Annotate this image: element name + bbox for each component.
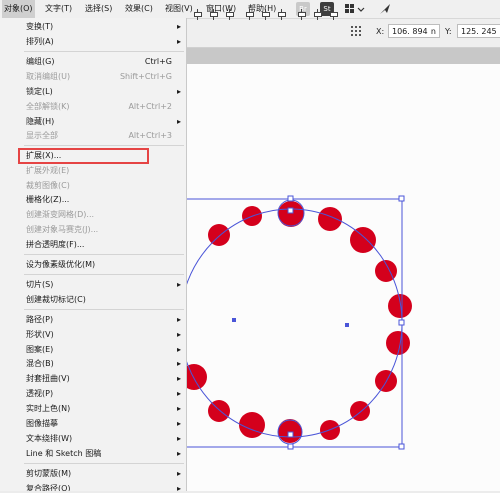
x-unit: n: [430, 27, 436, 36]
dot-10: [278, 419, 302, 443]
menu-item-create-gradient-mesh[interactable]: 创建渐变网格(D)...: [0, 207, 186, 222]
dot-12: [208, 400, 230, 422]
menu-select[interactable]: 选择(S): [83, 0, 114, 18]
submenu-arrow-icon: ▸: [176, 87, 181, 96]
menu-item-shape[interactable]: 形状(V) ▸: [0, 327, 186, 342]
object-menu-dropdown: 变换(T) ▸ 排列(A) ▸ 编组(G) Ctrl+G 取消编组(U) Shift+C…: [0, 18, 187, 491]
submenu-arrow-icon: ▸: [176, 389, 181, 398]
menu-item-expand-appearance[interactable]: 扩展外观(E): [0, 163, 186, 178]
align-left-icon[interactable]: [193, 9, 203, 20]
menu-item-compound-path[interactable]: 复合路径(O) ▸: [0, 481, 186, 491]
menu-item-live-paint[interactable]: 实时上色(N) ▸: [0, 401, 186, 416]
menu-item-slice[interactable]: 切片(S) ▸: [0, 277, 186, 292]
menu-separator: [24, 274, 184, 275]
submenu-arrow-icon: ▸: [176, 117, 181, 126]
menu-item-flatten-transparency[interactable]: 拼合透明度(F)...: [0, 237, 186, 252]
gpu-performance-icon[interactable]: [378, 2, 392, 16]
dot-7: [375, 370, 397, 392]
dot-11: [239, 412, 265, 438]
document-tab[interactable]: [186, 48, 500, 64]
menu-item-arrange[interactable]: 排列(A) ▸: [0, 34, 186, 49]
submenu-arrow-icon: ▸: [176, 280, 181, 289]
menu-item-path[interactable]: 路径(P) ▸: [0, 312, 186, 327]
menu-separator: [24, 145, 184, 146]
menu-item-create-object-mosaic[interactable]: 创建对象马赛克(J)...: [0, 222, 186, 237]
submenu-arrow-icon: ▸: [176, 404, 181, 413]
submenu-arrow-icon: ▸: [176, 315, 181, 324]
dot-3: [350, 227, 376, 253]
submenu-arrow-icon: ▸: [176, 345, 181, 354]
menu-item-perspective[interactable]: 透视(P) ▸: [0, 386, 186, 401]
menu-text[interactable]: 文字(T): [43, 0, 74, 18]
align-middle-icon[interactable]: [261, 9, 271, 20]
menu-effect[interactable]: 效果(C): [123, 0, 155, 18]
y-label: Y:: [445, 27, 452, 36]
menu-item-crop-image[interactable]: 裁剪图像(C): [0, 178, 186, 193]
submenu-arrow-icon: ▸: [176, 374, 181, 383]
submenu-arrow-icon: ▸: [176, 330, 181, 339]
menu-item-clipping-mask[interactable]: 剪切蒙版(M) ▸: [0, 466, 186, 481]
artboard-canvas[interactable]: [179, 64, 500, 491]
menu-item-create-trim-marks[interactable]: 创建裁切标记(C): [0, 292, 186, 307]
menu-separator: [24, 51, 184, 52]
menu-item-rasterize[interactable]: 栅格化(Z)...: [0, 192, 186, 207]
submenu-arrow-icon: ▸: [176, 449, 181, 458]
submenu-arrow-icon: ▸: [176, 419, 181, 428]
artwork[interactable]: [179, 64, 500, 491]
x-position-value: 106. 894: [392, 27, 428, 36]
align-bottom-icon[interactable]: [277, 9, 287, 20]
submenu-arrow-icon: ▸: [176, 484, 181, 491]
expand-highlight-box: [18, 148, 149, 164]
distribute-vertical-icon[interactable]: [297, 9, 307, 20]
align-center-icon[interactable]: [209, 9, 219, 20]
align-right-icon[interactable]: [225, 9, 235, 20]
menu-item-envelope-distort[interactable]: 封套扭曲(V) ▸: [0, 371, 186, 386]
menu-item-transform[interactable]: 变换(T) ▸: [0, 19, 186, 34]
dot-14: [208, 224, 230, 246]
x-label: X:: [376, 27, 385, 36]
y-position-value: 125. 245: [461, 27, 497, 36]
menu-item-lock[interactable]: 锁定(L) ▸: [0, 84, 186, 99]
menu-item-text-wrap[interactable]: 文本绕排(W) ▸: [0, 431, 186, 446]
submenu-arrow-icon: ▸: [176, 22, 181, 31]
menu-item-unlock-all[interactable]: 全部解锁(K) Alt+Ctrl+2: [0, 99, 186, 114]
dot-1: [278, 201, 304, 227]
distribute-center-icon[interactable]: [313, 9, 323, 20]
submenu-arrow-icon: ▸: [176, 434, 181, 443]
y-position-field[interactable]: 125. 245: [457, 24, 500, 38]
menu-separator: [24, 309, 184, 310]
dot-5: [388, 294, 412, 318]
submenu-arrow-icon: ▸: [176, 37, 181, 46]
menu-item-image-trace[interactable]: 图像描摹 ▸: [0, 416, 186, 431]
menu-object[interactable]: 对象(O): [2, 0, 35, 18]
menu-item-line-and-sketch-art[interactable]: Line 和 Sketch 图稿 ▸: [0, 446, 186, 461]
menu-item-show-all[interactable]: 显示全部 Alt+Ctrl+3: [0, 128, 186, 143]
menu-item-pattern[interactable]: 图案(E) ▸: [0, 342, 186, 357]
menu-item-blend[interactable]: 混合(B) ▸: [0, 356, 186, 371]
menu-separator: [24, 254, 184, 255]
menu-item-group[interactable]: 编组(G) Ctrl+G: [0, 54, 186, 69]
reference-point-icon[interactable]: [351, 26, 361, 36]
menu-view[interactable]: 视图(V): [163, 0, 195, 18]
submenu-arrow-icon: ▸: [176, 359, 181, 368]
x-position-field[interactable]: 106. 894 n: [388, 24, 440, 38]
menu-item-ungroup[interactable]: 取消编组(U) Shift+Ctrl+G: [0, 69, 186, 84]
menu-item-make-pixel-perfect[interactable]: 设为像素级优化(M): [0, 257, 186, 272]
menu-item-hide[interactable]: 隐藏(H) ▸: [0, 114, 186, 129]
submenu-arrow-icon: ▸: [176, 469, 181, 478]
arrange-documents-icon[interactable]: [344, 2, 365, 16]
align-top-icon[interactable]: [245, 9, 255, 20]
distribute-horizontal-icon[interactable]: [329, 9, 339, 20]
dot-2: [318, 207, 342, 231]
menu-separator: [24, 463, 184, 464]
